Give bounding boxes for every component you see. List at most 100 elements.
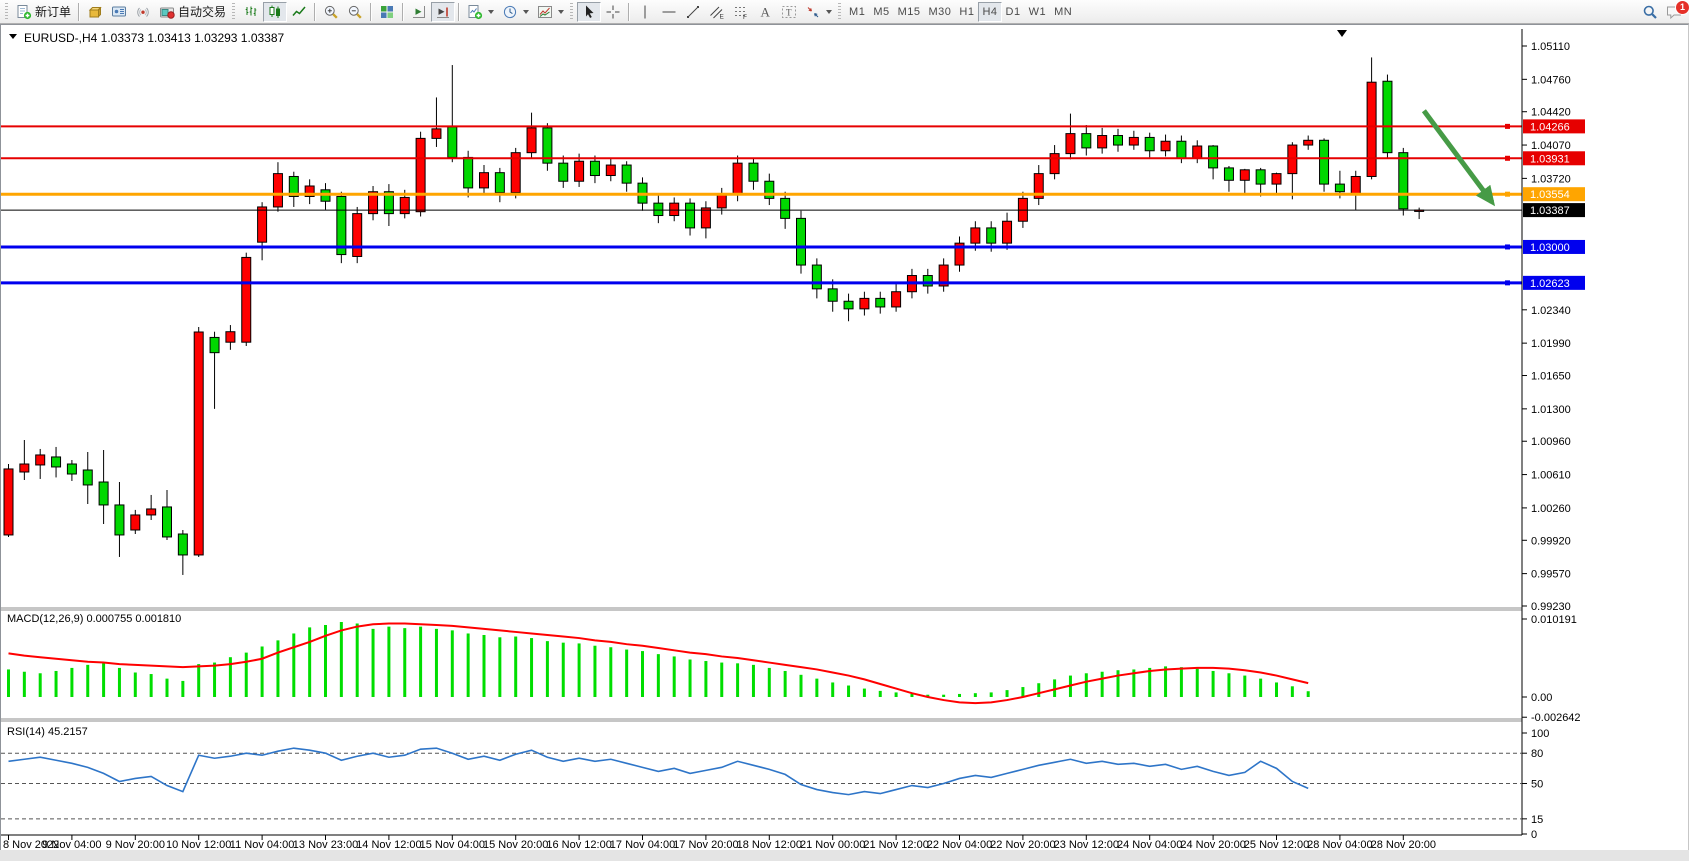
- cursor-button[interactable]: [577, 2, 601, 22]
- candle-body: [1320, 140, 1329, 184]
- candle-body: [242, 257, 251, 342]
- chart-title: EURUSD-,H4 1.03373 1.03413 1.03293 1.033…: [24, 31, 285, 45]
- candle-body: [1335, 184, 1344, 192]
- svg-text:1.03554: 1.03554: [1530, 189, 1570, 201]
- candle-body: [4, 469, 13, 535]
- candle-body: [1240, 170, 1249, 180]
- rsi-label: RSI(14) 45.2157: [7, 726, 88, 738]
- dropdown-caret-icon[interactable]: [826, 10, 832, 14]
- candle-body: [131, 515, 140, 530]
- rsi-line: [9, 748, 1309, 794]
- macd-axis-label: 0.010191: [1531, 614, 1577, 626]
- hline-handle[interactable]: [1505, 124, 1510, 129]
- notifications-button[interactable]: 1: [1662, 2, 1686, 22]
- tile-windows-button[interactable]: [375, 2, 399, 22]
- new-chart-icon: [467, 4, 483, 20]
- text-label-button[interactable]: T: [777, 2, 801, 22]
- candle-body: [1193, 146, 1202, 158]
- auto-scroll-button[interactable]: [407, 2, 431, 22]
- text-icon: A: [757, 4, 773, 20]
- candle-body: [781, 198, 790, 218]
- zoom-in-button[interactable]: [319, 2, 343, 22]
- tf-m30-button[interactable]: M30: [925, 2, 956, 22]
- toolbar-grip: [838, 3, 841, 20]
- trend-line-button[interactable]: [681, 2, 705, 22]
- toolbar-separator: [458, 3, 460, 21]
- time-axis[interactable]: 8 Nov 20229 Nov 04:009 Nov 20:0010 Nov 1…: [3, 835, 1436, 850]
- zoom-out-button[interactable]: [343, 2, 367, 22]
- tf-w1-button[interactable]: W1: [1025, 2, 1051, 22]
- chart-shift-marker-icon[interactable]: [1337, 30, 1347, 37]
- hline-handle[interactable]: [1505, 280, 1510, 285]
- candle-body: [1098, 136, 1107, 148]
- signals-button[interactable]: [131, 2, 155, 22]
- candle-body: [860, 298, 869, 308]
- search-button[interactable]: [1638, 2, 1662, 22]
- macd-label: MACD(12,26,9) 0.000755 0.001810: [7, 613, 181, 625]
- tf-m5-button[interactable]: M5: [869, 2, 893, 22]
- toolbar: 新订单 自动交易 EFAT M1M5 M15 M30H1H4D1W1MN 1: [0, 0, 1689, 24]
- time-tick-label: 25 Nov 12:00: [1244, 839, 1309, 850]
- text-button[interactable]: A: [753, 2, 777, 22]
- hline-handle[interactable]: [1505, 244, 1510, 249]
- candle-body: [20, 464, 29, 472]
- vertical-line-button[interactable]: [633, 2, 657, 22]
- time-tick-label: 15 Nov 04:00: [420, 839, 485, 850]
- equidistant-channel-button[interactable]: E: [705, 2, 729, 22]
- hline-handle[interactable]: [1505, 156, 1510, 161]
- autotrading-button[interactable]: 自动交易: [155, 2, 230, 22]
- tf-m1-button[interactable]: M1: [845, 2, 869, 22]
- new-order-button[interactable]: 新订单: [12, 2, 75, 22]
- tf-m15-label: M15: [898, 6, 921, 18]
- candle-body: [892, 292, 901, 307]
- hline-handle[interactable]: [1505, 192, 1510, 197]
- price-tick-label: 1.01990: [1531, 338, 1571, 350]
- new-chart-button[interactable]: [463, 2, 498, 22]
- candle-body: [1351, 176, 1360, 194]
- chart-shift-button[interactable]: [431, 2, 455, 22]
- chart-window[interactable]: 1.051101.047601.044201.040701.037201.023…: [0, 24, 1689, 850]
- time-tick-label: 16 Nov 12:00: [546, 839, 611, 850]
- candles-layer: [4, 57, 1424, 575]
- candles-icon: [267, 4, 283, 20]
- tf-d1-button[interactable]: D1: [1002, 2, 1025, 22]
- periods-button[interactable]: [498, 2, 533, 22]
- market-watch-button[interactable]: [83, 2, 107, 22]
- tf-h1-button[interactable]: H1: [955, 2, 978, 22]
- price-level-badge: 1.03387: [1523, 203, 1585, 217]
- time-tick-label: 23 Nov 12:00: [1054, 839, 1119, 850]
- candlestick-chart-button[interactable]: [263, 2, 287, 22]
- fibonacci-button[interactable]: F: [729, 2, 753, 22]
- candle-body: [590, 161, 599, 175]
- crosshair-button[interactable]: [601, 2, 625, 22]
- candle-body: [987, 228, 996, 243]
- price-tick-label: 1.01650: [1531, 371, 1571, 383]
- dropdown-caret-icon[interactable]: [523, 10, 529, 14]
- trend-arrow[interactable]: [1424, 111, 1492, 202]
- price-level-badge: 1.02623: [1523, 276, 1585, 290]
- arrows-button[interactable]: [801, 2, 836, 22]
- candle-body: [1082, 134, 1091, 148]
- templates-button[interactable]: [533, 2, 568, 22]
- terminal-button[interactable]: [107, 2, 131, 22]
- price-chart[interactable]: 1.051101.047601.044201.040701.037201.023…: [1, 25, 1688, 850]
- price-level-badge: 1.03000: [1523, 240, 1585, 254]
- tf-h4-button[interactable]: H4: [978, 2, 1001, 22]
- horizontal-line-button[interactable]: [657, 2, 681, 22]
- bar-chart-button[interactable]: [239, 2, 263, 22]
- dropdown-caret-icon[interactable]: [558, 10, 564, 14]
- chart-menu-triangle-icon[interactable]: [9, 34, 17, 39]
- cursor-icon: [581, 4, 597, 20]
- price-tick-label: 1.02340: [1531, 305, 1571, 317]
- price-tick-label: 1.00610: [1531, 470, 1571, 482]
- tf-mn-button[interactable]: MN: [1050, 2, 1076, 22]
- pane-separators: [1, 608, 1522, 835]
- candle-body: [828, 289, 837, 301]
- candle-body: [480, 173, 489, 188]
- line-chart-button[interactable]: [287, 2, 311, 22]
- dropdown-caret-icon[interactable]: [488, 10, 494, 14]
- candle-body: [67, 464, 76, 474]
- search-icon: [1642, 4, 1658, 20]
- tf-m15-button[interactable]: M15: [894, 2, 925, 22]
- bars-icon: [243, 4, 259, 20]
